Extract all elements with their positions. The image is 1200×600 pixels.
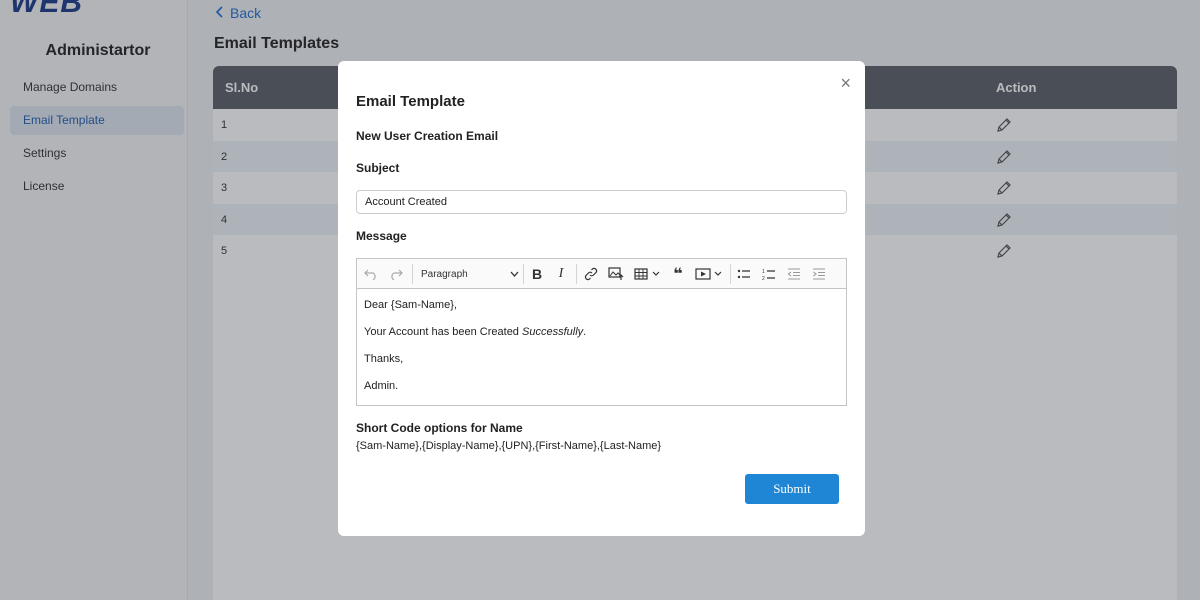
undo-icon[interactable]	[362, 265, 380, 283]
shortcode-options: {Sam-Name},{Display-Name},{UPN},{First-N…	[356, 440, 662, 452]
italic-icon[interactable]: I	[552, 265, 570, 283]
submit-button[interactable]: Submit	[745, 474, 839, 504]
email-template-modal: × Email Template New User Creation Email…	[338, 61, 865, 536]
message-line: Dear {Sam-Name},	[364, 299, 457, 311]
message-text: .	[583, 326, 587, 338]
subject-label: Subject	[356, 161, 400, 175]
paragraph-format-select[interactable]: Paragraph	[421, 265, 519, 283]
outdent-icon[interactable]	[785, 265, 803, 283]
redo-icon[interactable]	[387, 265, 405, 283]
paragraph-format-label: Paragraph	[421, 268, 468, 280]
rich-text-editor: Paragraph B I ❝ 1 2 Dear {Sam-Name}, You…	[356, 258, 847, 406]
numbered-list-icon[interactable]: 12	[760, 265, 778, 283]
toolbar-separator	[523, 264, 524, 284]
link-icon[interactable]	[582, 265, 600, 283]
close-icon[interactable]: ×	[840, 73, 851, 94]
svg-text:1: 1	[762, 269, 765, 275]
message-line: Admin.	[364, 380, 399, 392]
modal-title: Email Template	[356, 93, 465, 110]
bulleted-list-icon[interactable]	[735, 265, 753, 283]
subject-input[interactable]	[356, 190, 847, 214]
quote-icon[interactable]: ❝	[669, 265, 687, 283]
toolbar-separator	[412, 264, 413, 284]
bold-icon[interactable]: B	[528, 265, 546, 283]
indent-icon[interactable]	[810, 265, 828, 283]
chevron-down-icon	[510, 269, 519, 280]
shortcode-label: Short Code options for Name	[356, 421, 523, 435]
message-label: Message	[356, 229, 407, 243]
svg-text:2: 2	[762, 276, 765, 281]
message-text: Your Account has been Created	[364, 326, 522, 338]
toolbar-separator	[730, 264, 731, 284]
template-name: New User Creation Email	[356, 129, 499, 143]
message-italic-text: Successfully	[522, 326, 584, 338]
message-line: Thanks,	[364, 353, 404, 365]
editor-content[interactable]: Dear {Sam-Name}, Your Account has been C…	[357, 289, 846, 417]
media-embed-icon[interactable]	[694, 265, 726, 283]
image-upload-icon[interactable]	[606, 265, 626, 283]
message-line: Your Account has been Created Successful…	[364, 326, 839, 353]
toolbar-separator	[576, 264, 577, 284]
table-insert-icon[interactable]	[633, 265, 663, 283]
editor-toolbar: Paragraph B I ❝ 1 2	[357, 259, 846, 289]
